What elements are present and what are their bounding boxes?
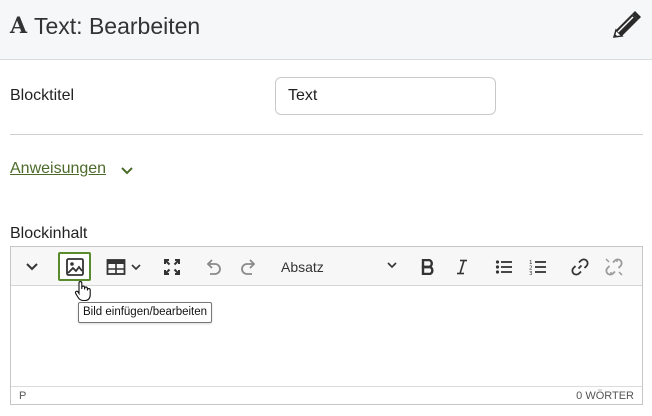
insert-image-button[interactable]: [58, 252, 91, 281]
redo-button[interactable]: [238, 252, 260, 281]
italic-icon: [457, 259, 467, 274]
image-icon: [65, 257, 84, 276]
rich-text-editor: Absatz 1 2 3 P 0 WÖRTER: [10, 246, 643, 405]
italic-button[interactable]: [451, 252, 473, 281]
chevron-down-icon[interactable]: [120, 165, 134, 177]
chevron-down-icon[interactable]: [386, 261, 398, 269]
table-button[interactable]: [104, 252, 144, 281]
redo-icon: [241, 258, 256, 275]
element-path[interactable]: P: [19, 390, 26, 402]
page-title: Text: Bearbeiten: [34, 13, 201, 39]
svg-text:3: 3: [529, 271, 533, 275]
editor-statusbar: P 0 WÖRTER: [11, 386, 642, 404]
chevron-down-icon: [26, 262, 38, 270]
fullscreen-button[interactable]: [161, 252, 183, 281]
undo-button[interactable]: [202, 252, 224, 281]
text-block-icon: A: [10, 13, 28, 39]
divider: [10, 134, 643, 135]
editor-toolbar: Absatz 1 2 3: [11, 247, 642, 286]
bold-icon: [421, 258, 434, 275]
word-count: 0 WÖRTER: [576, 390, 634, 402]
image-button-tooltip: Bild einfügen/bearbeiten: [78, 302, 213, 323]
table-icon: [106, 258, 126, 275]
pencil-icon[interactable]: [608, 8, 644, 44]
bullet-list-icon: [495, 259, 512, 274]
bullet-list-button[interactable]: [493, 252, 515, 281]
bold-button[interactable]: [417, 252, 439, 281]
fullscreen-icon: [164, 258, 180, 275]
instructions-toggle[interactable]: Anweisungen: [10, 160, 106, 178]
editor-content-area[interactable]: [11, 286, 642, 386]
page-header: A Text: Bearbeiten: [0, 0, 652, 60]
unlink-icon: [605, 257, 623, 276]
block-title-label: Blocktitel: [10, 87, 75, 104]
undo-icon: [206, 258, 221, 275]
link-button[interactable]: [569, 252, 591, 281]
unlink-button[interactable]: [603, 252, 625, 281]
block-content-label: Blockinhalt: [10, 225, 88, 242]
link-icon: [571, 257, 589, 276]
chevron-down-icon: [131, 263, 141, 270]
numbered-list-icon: 1 2 3: [529, 260, 546, 275]
block-title-input[interactable]: [275, 77, 496, 115]
format-select[interactable]: Absatz: [281, 259, 324, 275]
hand-cursor-icon: [74, 281, 91, 302]
numbered-list-button[interactable]: 1 2 3: [527, 252, 549, 281]
toolbar-collapse-button[interactable]: [21, 252, 43, 281]
